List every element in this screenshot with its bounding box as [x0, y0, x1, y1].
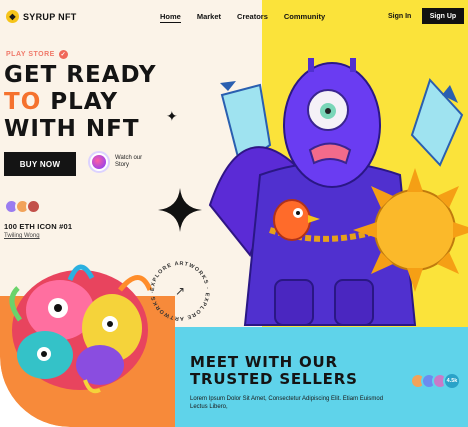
syrup-drop-icon: ◆: [6, 10, 19, 23]
brand-name: SYRUP NFT: [23, 11, 77, 22]
nav-item-creators[interactable]: Creators: [237, 12, 268, 23]
headline-line-3: WITH NFT: [4, 116, 140, 142]
headline-line-2-rest: PLAY: [41, 89, 119, 115]
watch-story-label: Watch our Story: [115, 155, 143, 168]
sellers-subtitle: Lorem Ipsum Dolor Sit Amet, Consectetur …: [190, 396, 384, 410]
explore-artworks-badge[interactable]: EXPLORE ARTWORKS · EXPLORE ARTWORKS · ↗: [144, 255, 216, 327]
play-store-tag: PLAY STORE ✓: [6, 50, 68, 59]
signup-button[interactable]: Sign Up: [422, 8, 464, 24]
collector-avatars: [4, 199, 41, 214]
avatar: [26, 199, 41, 214]
headline-line-2: TO PLAY: [4, 89, 157, 116]
headline-accent: TO: [4, 89, 42, 115]
signin-link[interactable]: Sign In: [388, 13, 411, 20]
featured-item-title[interactable]: 100 ETH ICON #01: [4, 222, 72, 231]
nav-item-community[interactable]: Community: [284, 12, 325, 23]
brand-logo[interactable]: ◆ SYRUP NFT: [6, 10, 77, 23]
buy-now-button[interactable]: BUY NOW: [4, 152, 76, 176]
play-store-label: PLAY STORE: [6, 51, 55, 58]
hero-headline: GET READY TO PLAY WITH NFT: [4, 62, 157, 143]
sellers-title-line-1: MEET WITH OUR: [190, 353, 338, 371]
play-video-icon: [88, 151, 110, 173]
seller-count-badge: 4.5k: [443, 372, 461, 390]
headline-line-1: GET READY: [4, 62, 157, 88]
seller-avatars[interactable]: 4.5k: [410, 372, 461, 390]
featured-creator-link[interactable]: Twiling Wong: [4, 233, 40, 239]
sellers-title: MEET WITH OUR TRUSTED SELLERS: [190, 354, 358, 388]
nav-item-market[interactable]: Market: [197, 12, 221, 23]
svg-text:↗: ↗: [175, 284, 185, 298]
sparkle-icon: ✦: [166, 108, 178, 124]
star-sparkle-icon: [158, 188, 202, 232]
sellers-title-line-2: TRUSTED SELLERS: [190, 370, 358, 388]
watch-story-link[interactable]: Watch our Story: [88, 151, 149, 173]
main-nav: Home Market Creators Community: [160, 12, 325, 23]
nft-robot-artwork: [208, 58, 468, 326]
verified-badge-icon: ✓: [58, 50, 68, 59]
landing-page: ◆ SYRUP NFT Home Market Creators Communi…: [0, 0, 468, 427]
nav-item-home[interactable]: Home: [160, 12, 181, 23]
